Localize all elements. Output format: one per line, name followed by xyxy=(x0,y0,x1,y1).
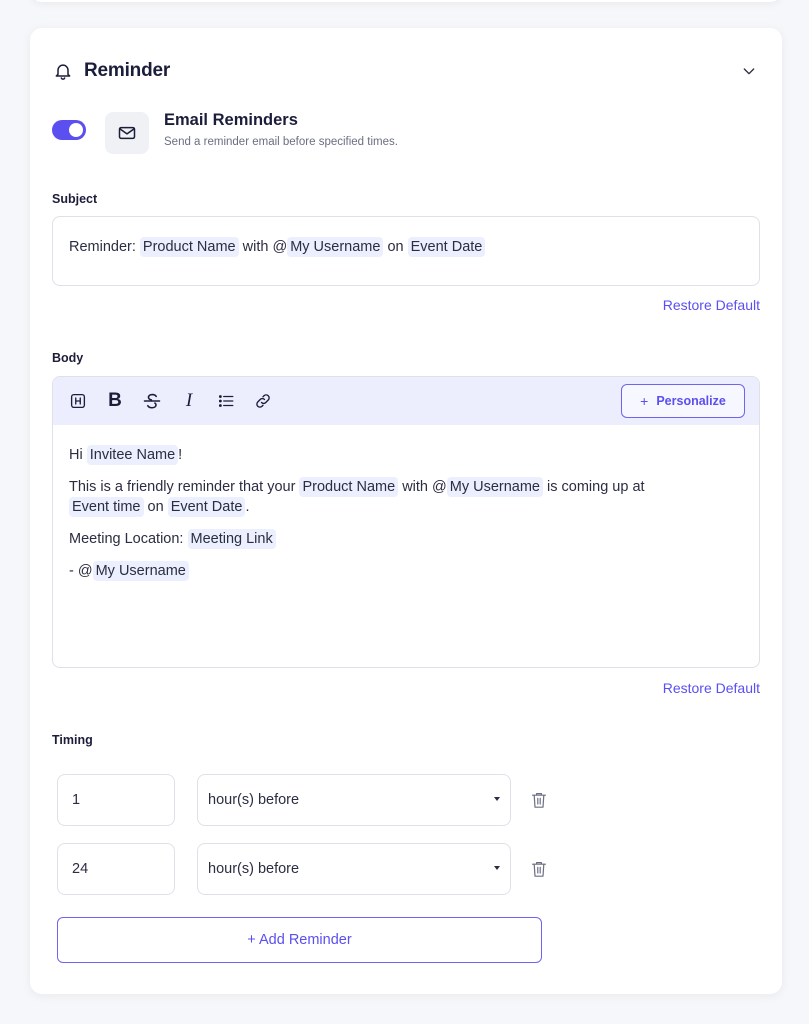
email-reminders-toggle[interactable] xyxy=(52,120,86,140)
placeholder-chip: Event time xyxy=(69,497,144,517)
timing-unit-value: hour(s) before xyxy=(208,861,300,877)
reminder-card: Reminder Email Reminders Send a reminder… xyxy=(30,28,782,994)
mail-icon xyxy=(105,112,149,154)
placeholder-chip: Event Date xyxy=(407,237,486,257)
bullet-list-icon[interactable] xyxy=(215,390,237,412)
placeholder-chip: Event Date xyxy=(167,497,246,517)
body-text: This is a friendly reminder that your xyxy=(69,479,300,495)
body-label: Body xyxy=(52,351,84,365)
section-title: Reminder xyxy=(84,60,171,81)
body-text: . xyxy=(245,499,250,515)
previous-card xyxy=(30,0,782,2)
subject-input[interactable]: Reminder: Product Name with @ My Username… xyxy=(52,216,760,286)
italic-icon[interactable]: I xyxy=(178,390,200,412)
email-reminders-title: Email Reminders xyxy=(164,111,298,129)
strikethrough-icon[interactable] xyxy=(141,390,163,412)
body-editor: B I + Personalize Hi Invitee Name ! This… xyxy=(52,376,760,668)
restore-default-subject-link[interactable]: Restore Default xyxy=(663,297,760,313)
body-text: is coming up at xyxy=(543,479,645,495)
placeholder-chip: My Username xyxy=(92,561,189,581)
bold-icon[interactable]: B xyxy=(104,390,126,412)
body-text: ! xyxy=(178,447,183,463)
placeholder-chip: My Username xyxy=(446,477,543,497)
timing-amount-input[interactable]: 1 xyxy=(57,774,175,826)
body-line-greeting: Hi Invitee Name! xyxy=(69,445,743,465)
restore-default-body-link[interactable]: Restore Default xyxy=(663,680,760,696)
body-content[interactable]: Hi Invitee Name! This is a friendly remi… xyxy=(53,425,759,613)
placeholder-chip: My Username xyxy=(287,237,384,257)
subject-text: on xyxy=(383,239,408,255)
chevron-down-icon[interactable] xyxy=(738,60,760,82)
placeholder-chip: Product Name xyxy=(299,477,399,497)
timing-unit-select[interactable]: hour(s) before xyxy=(197,843,511,895)
trash-icon[interactable] xyxy=(529,789,549,811)
trash-icon[interactable] xyxy=(529,858,549,880)
body-text: - xyxy=(69,563,78,579)
timing-unit-select[interactable]: hour(s) before xyxy=(197,774,511,826)
caret-down-icon xyxy=(494,797,500,801)
body-text: Meeting Location: xyxy=(69,531,188,547)
heading-icon[interactable] xyxy=(67,390,89,412)
subject-text: Reminder: xyxy=(69,239,140,255)
body-text: Hi xyxy=(69,447,87,463)
caret-down-icon xyxy=(494,866,500,870)
at-symbol: @ xyxy=(272,239,288,255)
placeholder-chip: Meeting Link xyxy=(187,529,276,549)
plus-icon: + xyxy=(640,393,649,409)
body-text: on xyxy=(143,499,168,515)
section-header: Reminder xyxy=(52,58,760,84)
editor-toolbar: B I + Personalize xyxy=(53,377,759,425)
body-line-message: This is a friendly reminder that your Pr… xyxy=(69,477,743,517)
body-line-signature: - @ My Username xyxy=(69,561,743,581)
placeholder-chip: Product Name xyxy=(139,237,239,257)
subject-text: with xyxy=(238,239,273,255)
personalize-button[interactable]: + Personalize xyxy=(621,384,745,418)
body-line-location: Meeting Location: Meeting Link xyxy=(69,529,743,549)
add-reminder-button[interactable]: + Add Reminder xyxy=(57,917,542,963)
placeholder-chip: Invitee Name xyxy=(86,445,179,465)
at-symbol: @ xyxy=(77,563,93,579)
toggle-knob xyxy=(69,123,83,137)
personalize-label: Personalize xyxy=(656,394,726,408)
timing-amount-input[interactable]: 24 xyxy=(57,843,175,895)
timing-unit-value: hour(s) before xyxy=(208,792,300,808)
body-text: with xyxy=(398,479,433,495)
link-icon[interactable] xyxy=(252,390,274,412)
at-symbol: @ xyxy=(432,479,447,495)
email-reminders-description: Send a reminder email before specified t… xyxy=(164,136,398,148)
subject-label: Subject xyxy=(52,192,98,206)
bell-icon xyxy=(52,60,74,82)
timing-label: Timing xyxy=(52,733,93,747)
